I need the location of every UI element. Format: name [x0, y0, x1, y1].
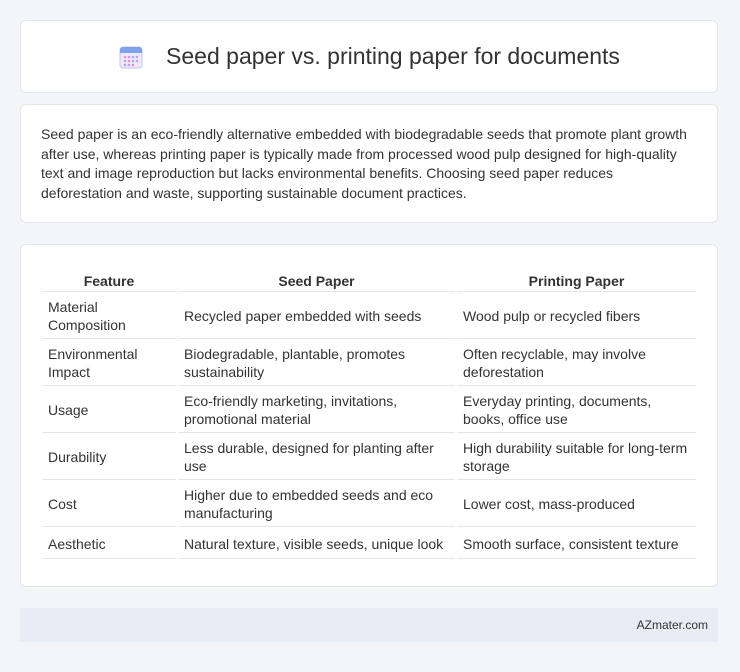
feature-cell: Usage	[42, 388, 176, 433]
printing-paper-cell: Smooth surface, consistent texture	[457, 529, 696, 559]
table-row: Environmental Impact Biodegradable, plan…	[42, 341, 696, 386]
printing-paper-cell: Wood pulp or recycled fibers	[457, 294, 696, 339]
seed-paper-cell: Recycled paper embedded with seeds	[178, 294, 455, 339]
comparison-table: Feature Seed Paper Printing Paper Materi…	[40, 264, 698, 561]
seed-paper-cell: Higher due to embedded seeds and eco man…	[178, 482, 455, 527]
seed-paper-cell: Eco-friendly marketing, invitations, pro…	[178, 388, 455, 433]
seed-paper-cell: Natural texture, visible seeds, unique l…	[178, 529, 455, 559]
page-title: Seed paper vs. printing paper for docume…	[166, 43, 620, 69]
column-header-feature: Feature	[42, 266, 176, 292]
column-header-printing-paper: Printing Paper	[457, 266, 696, 292]
feature-cell: Durability	[42, 435, 176, 480]
feature-cell: Cost	[42, 482, 176, 527]
table-row: Cost Higher due to embedded seeds and ec…	[42, 482, 696, 527]
table-row: Durability Less durable, designed for pl…	[42, 435, 696, 480]
feature-cell: Environmental Impact	[42, 341, 176, 386]
intro-paragraph: Seed paper is an eco-friendly alternativ…	[41, 126, 687, 201]
table-row: Material Composition Recycled paper embe…	[42, 294, 696, 339]
feature-cell: Material Composition	[42, 294, 176, 339]
table-row: Aesthetic Natural texture, visible seeds…	[42, 529, 696, 559]
printing-paper-cell: Everyday printing, documents, books, off…	[457, 388, 696, 433]
column-header-seed-paper: Seed Paper	[178, 266, 455, 292]
footer-brand: AZmater.com	[636, 618, 708, 632]
calendar-icon	[118, 44, 144, 70]
printing-paper-cell: High durability suitable for long-term s…	[457, 435, 696, 480]
feature-cell: Aesthetic	[42, 529, 176, 559]
seed-paper-cell: Biodegradable, plantable, promotes susta…	[178, 341, 455, 386]
intro-card: Seed paper is an eco-friendly alternativ…	[20, 104, 718, 223]
table-header-row: Feature Seed Paper Printing Paper	[42, 266, 696, 292]
table-row: Usage Eco-friendly marketing, invitation…	[42, 388, 696, 433]
printing-paper-cell: Lower cost, mass-produced	[457, 482, 696, 527]
seed-paper-cell: Less durable, designed for planting afte…	[178, 435, 455, 480]
footer: AZmater.com	[20, 608, 718, 642]
title-card: Seed paper vs. printing paper for docume…	[20, 20, 718, 93]
printing-paper-cell: Often recyclable, may involve deforestat…	[457, 341, 696, 386]
comparison-table-card: Feature Seed Paper Printing Paper Materi…	[20, 244, 718, 587]
